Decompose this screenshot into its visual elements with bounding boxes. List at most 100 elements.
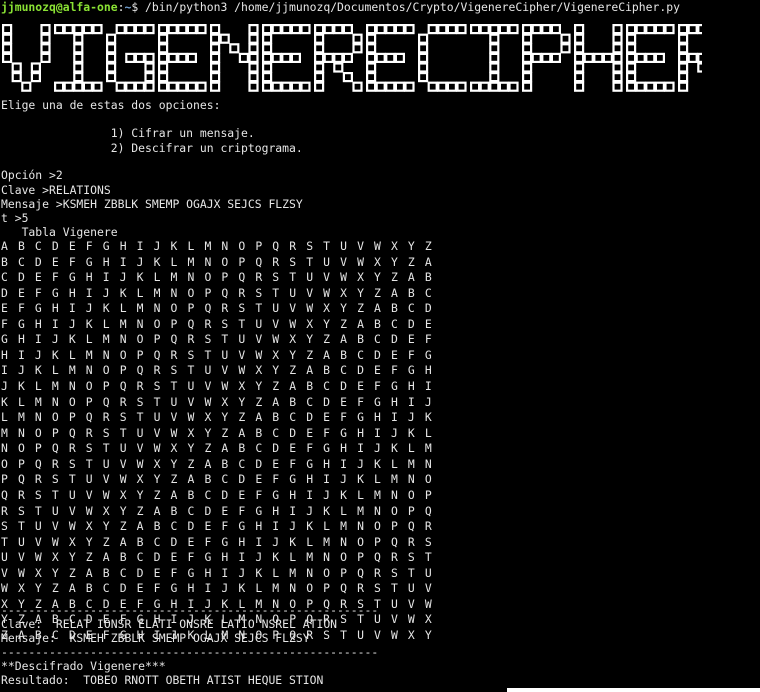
banner-block-inner — [510, 83, 517, 90]
banner-block-inner — [283, 26, 290, 32]
banner-block-inner — [397, 55, 403, 61]
banner-block-inner — [250, 64, 257, 71]
banner-block-inner — [368, 64, 374, 71]
banner-block-inner — [189, 55, 195, 61]
banner-block-inner — [75, 45, 82, 52]
banner-block-inner — [689, 55, 696, 61]
banner-block-inner — [108, 45, 114, 52]
banner-block-inner — [264, 55, 270, 61]
banner-block-inner — [250, 55, 257, 61]
banner-block-inner — [553, 26, 559, 32]
banner-block-inner — [524, 83, 530, 90]
table-row: F G H I J K L M N O P Q R S T U V W X Y … — [1, 316, 434, 331]
banner-block-inner — [23, 83, 30, 90]
banner-block-inner — [524, 26, 530, 32]
banner-block-inner — [420, 45, 426, 52]
banner-block-inner — [377, 83, 384, 90]
banner-block-inner — [491, 83, 498, 90]
banner-block-inner — [75, 64, 82, 71]
banner-block-inner — [212, 74, 218, 80]
banner-block-inner — [628, 26, 634, 32]
banner-block-inner — [316, 83, 322, 90]
banner-block-inner — [345, 55, 351, 61]
banner-block-inner — [614, 64, 621, 71]
banner-block-inner — [368, 35, 374, 42]
input-mensaje: Mensaje >KSMEH ZBBLK SMEMP OGAJX SEJCS F… — [1, 197, 303, 211]
banner-block-inner — [377, 26, 384, 32]
banner-block-inner — [420, 35, 426, 42]
banner-block-inner — [250, 35, 257, 42]
banner-block-inner — [628, 74, 634, 80]
banner-block-inner — [481, 83, 488, 90]
table-row: B C D E F G H I J K L M N O P Q R S T U … — [1, 254, 434, 269]
banner-block-inner — [33, 74, 39, 80]
banner-block-inner — [335, 64, 342, 71]
banner-block-inner — [637, 26, 644, 32]
table-row: E F G H I J K L M N O P Q R S T U V W X … — [1, 301, 434, 316]
banner-block-inner — [576, 74, 582, 80]
result-value: Resultado: TOBEO RNOTT OBETH ATIST HEQUE… — [1, 673, 324, 687]
banner-block-inner — [387, 55, 394, 61]
banner-block-inner — [345, 74, 351, 80]
banner-block-inner — [562, 45, 569, 52]
table-row: V W X Y Z A B C D E F G H I J K L M N O … — [1, 565, 434, 580]
banner-block-inner — [368, 26, 374, 32]
terminal-window[interactable]: jjmunozq@alfa-one:~$ /bin/python3 /home/… — [0, 0, 760, 692]
banner-block-inner — [250, 74, 257, 80]
banner-block-inner — [420, 55, 426, 61]
banner-block-inner — [316, 45, 322, 52]
banner-block-inner — [472, 83, 478, 90]
banner-block-inner — [264, 83, 270, 90]
banner-block-inner — [325, 26, 332, 32]
banner-block-inner — [137, 26, 143, 32]
banner-block-inner — [231, 45, 238, 52]
banner-block-inner — [198, 83, 205, 90]
banner-block-inner — [212, 26, 218, 32]
banner-block-inner — [491, 74, 498, 80]
banner-block-inner — [647, 26, 654, 32]
banner-block-inner — [85, 26, 91, 32]
banner-block-inner — [628, 55, 634, 61]
banner-block-inner — [614, 26, 621, 32]
banner-block-inner — [576, 26, 582, 32]
banner-block-inner — [533, 55, 540, 61]
banner-block-inner — [335, 26, 342, 32]
banner-block-inner — [264, 26, 270, 32]
banner-block-inner — [42, 55, 49, 61]
banner-block-inner — [614, 45, 621, 52]
banner-block-inner — [160, 74, 166, 80]
table-row: T U V W X Y Z A B C D E F G H I J K L M … — [1, 534, 434, 549]
banner-block-inner — [491, 45, 498, 52]
banner-block-inner — [146, 64, 153, 71]
terminal-cursor — [507, 688, 760, 692]
banner-block-inner — [354, 45, 361, 52]
banner-block-inner — [429, 83, 436, 90]
banner-block-inner — [491, 26, 498, 32]
banner-block-inner — [160, 45, 166, 52]
banner-block-inner — [189, 26, 195, 32]
banner-block-inner — [127, 26, 134, 32]
banner-block-inner — [264, 64, 270, 71]
banner-block-inner — [179, 55, 186, 61]
banner-block-inner — [680, 74, 686, 80]
banner-block-inner — [368, 45, 374, 52]
banner-block-inner — [4, 26, 10, 32]
banner-block-inner — [4, 55, 10, 61]
banner-block-inner — [449, 26, 455, 32]
menu-intro: Elige una de estas dos opciones: — [1, 98, 221, 112]
banner-block-inner — [293, 26, 299, 32]
summary-clave: Clave: RELAT IONSR ELATI ONSRE LATIO NSR… — [1, 617, 338, 631]
banner-block-inner — [169, 55, 176, 61]
banner-block-inner — [241, 55, 247, 61]
banner-block-inner — [212, 83, 218, 90]
banner-block-inner — [302, 83, 309, 90]
table-row: M N O P Q R S T U V W X Y Z A B C D E F … — [1, 425, 434, 440]
input-opcion: Opción >2 — [1, 168, 63, 182]
command-prompt-line: jjmunozq@alfa-one:~$ /bin/python3 /home/… — [1, 0, 680, 15]
banner-block-inner — [325, 55, 332, 61]
banner-block-inner — [273, 55, 280, 61]
banner-block-inner — [127, 83, 134, 90]
banner-block-inner — [368, 55, 374, 61]
banner-block-inner — [283, 83, 290, 90]
banner-block-inner — [543, 26, 550, 32]
